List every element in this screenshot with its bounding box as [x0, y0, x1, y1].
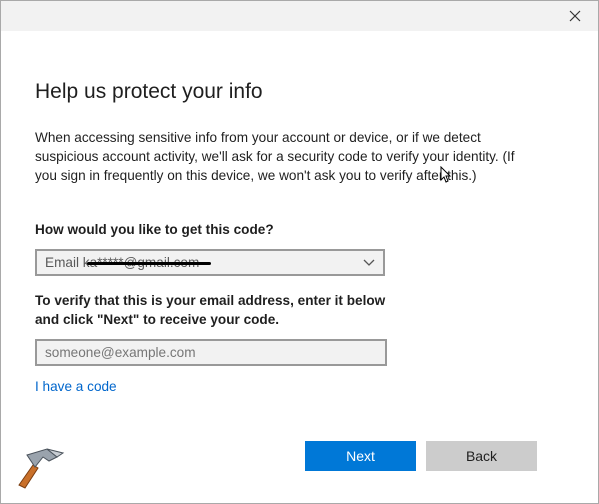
- next-button[interactable]: Next: [305, 441, 416, 471]
- page-title: Help us protect your info: [35, 80, 263, 103]
- email-field[interactable]: [35, 339, 387, 366]
- back-button[interactable]: Back: [426, 441, 537, 471]
- title-bar[interactable]: [1, 1, 598, 31]
- verify-instruction-label: To verify that this is your email addres…: [35, 293, 386, 327]
- redaction-mark: [87, 262, 211, 265]
- have-code-link[interactable]: I have a code: [35, 379, 117, 394]
- close-button[interactable]: [552, 1, 598, 31]
- dialog-window: Help us protect your info When accessing…: [0, 0, 599, 504]
- hammer-logo-icon: [13, 443, 69, 496]
- description-text: When accessing sensitive info from your …: [35, 130, 515, 183]
- verification-method-select[interactable]: Email ka*****@gmail.com: [35, 249, 385, 276]
- method-question-label: How would you like to get this code?: [35, 222, 274, 237]
- close-icon: [569, 10, 581, 22]
- mouse-cursor-icon: [440, 166, 452, 183]
- chevron-down-icon: [363, 259, 375, 266]
